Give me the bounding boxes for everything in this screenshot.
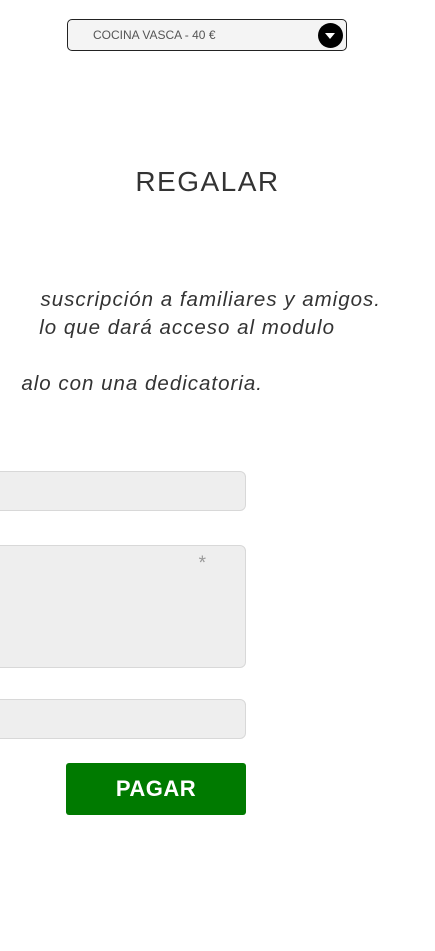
recipient-email-input[interactable] xyxy=(0,699,246,739)
gift-page: COCINA VASCA - 40 € REGALAR suscripción … xyxy=(0,0,435,951)
message-placeholder: * xyxy=(198,553,206,574)
chevron-down-icon[interactable] xyxy=(318,23,343,48)
dedication-message-textarea[interactable] xyxy=(0,545,246,668)
product-select-value: COCINA VASCA - 40 € xyxy=(93,28,216,42)
product-select[interactable]: COCINA VASCA - 40 € xyxy=(67,19,347,51)
description-line-2: lo que dará acceso al modulo xyxy=(39,316,335,339)
pay-button[interactable]: PAGAR xyxy=(66,763,246,815)
description-line-1: suscripción a familiares y amigos. xyxy=(40,288,381,311)
section-heading: REGALAR xyxy=(135,166,280,197)
description-line-3: alo con una dedicatoria. xyxy=(21,372,263,395)
recipient-name-input[interactable] xyxy=(0,471,246,511)
